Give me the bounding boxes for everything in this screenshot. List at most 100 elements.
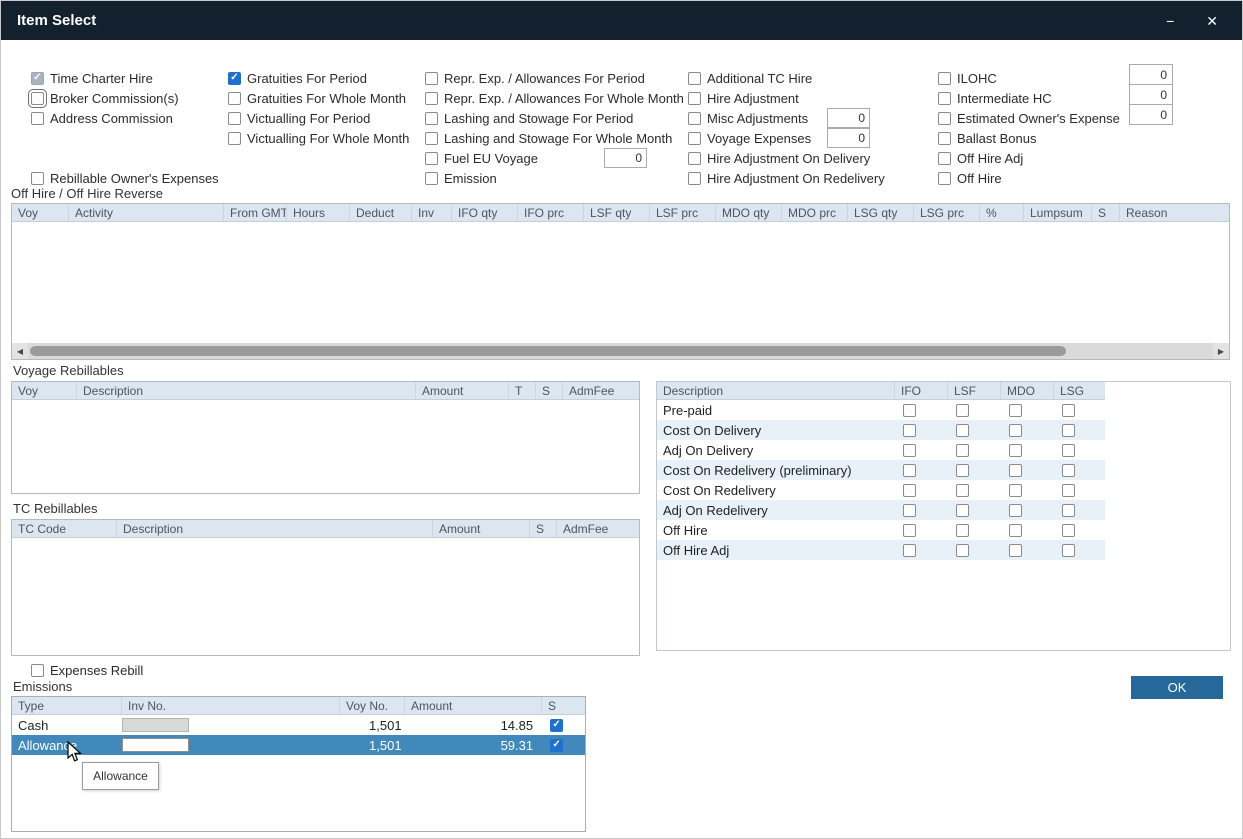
checkbox[interactable] — [688, 172, 701, 185]
mdo-checkbox[interactable] — [1009, 464, 1022, 477]
checkbox-option[interactable]: Fuel EU Voyage 0 — [425, 148, 684, 168]
checkbox-option[interactable]: Ballast Bonus — [938, 128, 1120, 148]
value-input[interactable]: 0 — [1129, 104, 1173, 125]
scrollbar-track[interactable] — [28, 343, 1213, 359]
checkbox-option[interactable]: Hire Adjustment On Delivery — [688, 148, 885, 168]
checkbox-option[interactable]: Gratuities For Whole Month — [228, 88, 409, 108]
close-icon[interactable]: ✕ — [1206, 14, 1218, 28]
horizontal-scrollbar[interactable]: ◀ ▶ — [12, 343, 1229, 359]
table-row[interactable]: Adj On Redelivery — [657, 500, 1105, 520]
checkbox[interactable] — [228, 92, 241, 105]
checkbox-option[interactable]: Time Charter Hire — [31, 68, 179, 88]
ok-button[interactable]: OK — [1131, 676, 1223, 699]
ifo-checkbox[interactable] — [903, 504, 916, 517]
minimize-icon[interactable]: − — [1166, 14, 1174, 28]
value-input[interactable]: 0 — [604, 148, 647, 168]
checkbox-option[interactable]: Emission — [425, 168, 684, 188]
mdo-checkbox[interactable] — [1009, 544, 1022, 557]
checkbox[interactable] — [938, 132, 951, 145]
lsg-checkbox[interactable] — [1062, 484, 1075, 497]
checkbox-option[interactable]: Intermediate HC — [938, 88, 1120, 108]
checkbox[interactable] — [31, 112, 44, 125]
checkbox-option[interactable]: Voyage Expenses 0 — [688, 128, 885, 148]
checkbox[interactable] — [425, 72, 438, 85]
checkbox-option[interactable]: Lashing and Stowage For Period — [425, 108, 684, 128]
mdo-checkbox[interactable] — [1009, 504, 1022, 517]
checkbox[interactable] — [425, 92, 438, 105]
checkbox-option[interactable]: Estimated Owner's Expense — [938, 108, 1120, 128]
emissions-row[interactable]: Cash 1,501 14.85 — [12, 715, 585, 735]
lsf-checkbox[interactable] — [956, 524, 969, 537]
checkbox-option[interactable]: Victualling For Period — [228, 108, 409, 128]
checkbox-option[interactable]: Broker Commission(s) — [31, 88, 179, 108]
value-input[interactable]: 0 — [1129, 64, 1173, 85]
checkbox-option[interactable]: Victualling For Whole Month — [228, 128, 409, 148]
table-row[interactable]: Cost On Redelivery (preliminary) — [657, 460, 1105, 480]
expenses-rebill-checkbox[interactable] — [31, 664, 44, 677]
checkbox[interactable] — [688, 72, 701, 85]
lsf-checkbox[interactable] — [956, 424, 969, 437]
checkbox[interactable] — [228, 112, 241, 125]
checkbox[interactable] — [938, 72, 951, 85]
inv-no-input[interactable] — [122, 718, 189, 732]
emissions-row[interactable]: Allowance 1,501 59.31 — [12, 735, 585, 755]
checkbox-option[interactable]: Address Commission — [31, 108, 179, 128]
checkbox[interactable] — [31, 72, 44, 85]
checkbox-option[interactable]: Hire Adjustment On Redelivery — [688, 168, 885, 188]
row-checkbox[interactable] — [550, 719, 563, 732]
table-row[interactable]: Adj On Delivery — [657, 440, 1105, 460]
checkbox-option[interactable]: Misc Adjustments 0 — [688, 108, 885, 128]
checkbox[interactable] — [688, 132, 701, 145]
checkbox-option[interactable]: Lashing and Stowage For Whole Month — [425, 128, 684, 148]
ifo-checkbox[interactable] — [903, 524, 916, 537]
ifo-checkbox[interactable] — [903, 424, 916, 437]
value-input[interactable]: 0 — [1129, 84, 1173, 105]
checkbox-option[interactable]: Repr. Exp. / Allowances For Period — [425, 68, 684, 88]
lsf-checkbox[interactable] — [956, 404, 969, 417]
scrollbar-thumb[interactable] — [30, 346, 1066, 356]
checkbox-option[interactable]: Off Hire — [938, 168, 1120, 188]
checkbox[interactable] — [31, 92, 44, 105]
checkbox[interactable] — [688, 92, 701, 105]
table-row[interactable]: Pre-paid — [657, 400, 1105, 420]
lsg-checkbox[interactable] — [1062, 404, 1075, 417]
checkbox-option[interactable]: Hire Adjustment — [688, 88, 885, 108]
mdo-checkbox[interactable] — [1009, 524, 1022, 537]
checkbox-option[interactable]: Off Hire Adj — [938, 148, 1120, 168]
table-row[interactable]: Cost On Redelivery — [657, 480, 1105, 500]
checkbox[interactable] — [688, 112, 701, 125]
lsf-checkbox[interactable] — [956, 484, 969, 497]
checkbox-option[interactable]: Additional TC Hire — [688, 68, 885, 88]
scroll-right-icon[interactable]: ▶ — [1213, 343, 1229, 359]
checkbox-option[interactable]: Repr. Exp. / Allowances For Whole Month — [425, 88, 684, 108]
ifo-checkbox[interactable] — [903, 444, 916, 457]
lsf-checkbox[interactable] — [956, 444, 969, 457]
lsg-checkbox[interactable] — [1062, 444, 1075, 457]
lsg-checkbox[interactable] — [1062, 524, 1075, 537]
lsg-checkbox[interactable] — [1062, 504, 1075, 517]
checkbox[interactable] — [425, 172, 438, 185]
checkbox[interactable] — [425, 112, 438, 125]
lsf-checkbox[interactable] — [956, 464, 969, 477]
lsg-checkbox[interactable] — [1062, 464, 1075, 477]
ifo-checkbox[interactable] — [903, 544, 916, 557]
checkbox[interactable] — [938, 92, 951, 105]
checkbox[interactable] — [688, 152, 701, 165]
checkbox-option[interactable]: Rebillable Owner's Expenses — [31, 168, 219, 188]
checkbox[interactable] — [938, 172, 951, 185]
checkbox[interactable] — [425, 152, 438, 165]
lsg-checkbox[interactable] — [1062, 544, 1075, 557]
ifo-checkbox[interactable] — [903, 404, 916, 417]
ifo-checkbox[interactable] — [903, 464, 916, 477]
checkbox-option[interactable]: ILOHC — [938, 68, 1120, 88]
lsg-checkbox[interactable] — [1062, 424, 1075, 437]
mdo-checkbox[interactable] — [1009, 484, 1022, 497]
checkbox-option[interactable]: Gratuities For Period — [228, 68, 409, 88]
scroll-left-icon[interactable]: ◀ — [12, 343, 28, 359]
row-checkbox[interactable] — [550, 739, 563, 752]
checkbox[interactable] — [938, 152, 951, 165]
table-row[interactable]: Off Hire — [657, 520, 1105, 540]
lsf-checkbox[interactable] — [956, 544, 969, 557]
mdo-checkbox[interactable] — [1009, 404, 1022, 417]
checkbox[interactable] — [938, 112, 951, 125]
